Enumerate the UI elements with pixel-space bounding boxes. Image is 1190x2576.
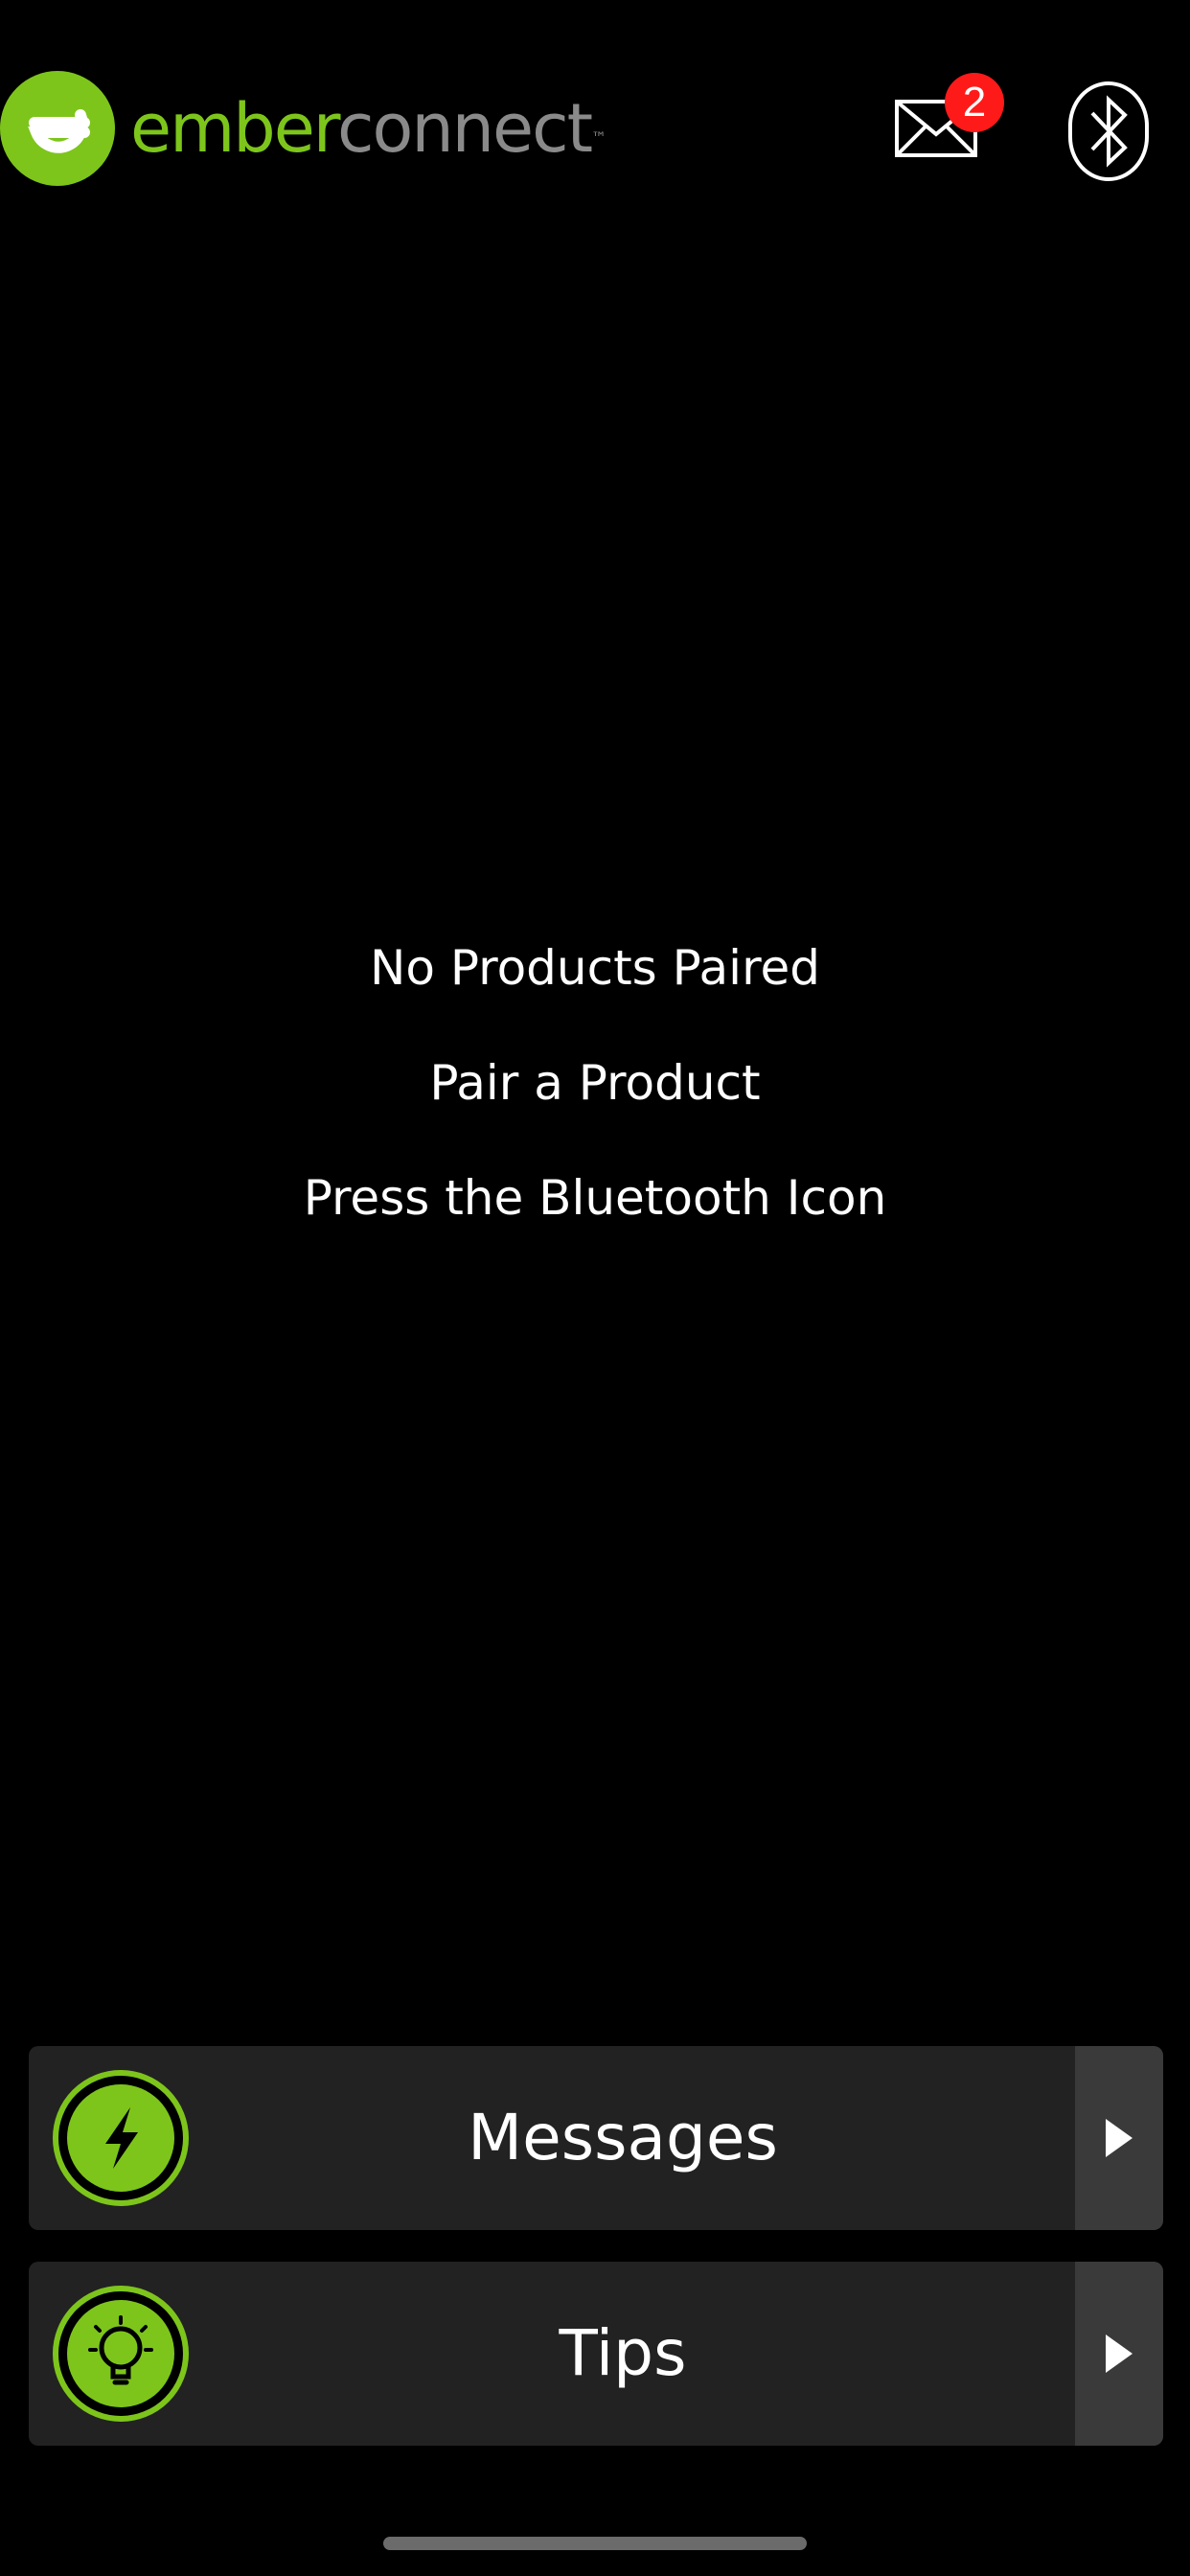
chevron-right-icon <box>1106 2119 1133 2157</box>
tips-card[interactable]: Tips <box>29 2262 1163 2446</box>
chevron-right-icon <box>1106 2334 1133 2373</box>
unread-count-badge: 2 <box>945 73 1004 132</box>
brand-wordmark: emberconnect™ <box>130 89 606 168</box>
home-indicator[interactable] <box>383 2537 807 2550</box>
empty-state-line-instruction: Press the Bluetooth Icon <box>303 1170 887 1226</box>
lightbulb-icon <box>53 2286 189 2422</box>
tips-card-arrow[interactable] <box>1075 2262 1163 2446</box>
ember-logo-icon <box>0 71 115 186</box>
trademark-symbol: ™ <box>591 128 606 147</box>
messages-card-label: Messages <box>468 2101 778 2174</box>
bluetooth-button[interactable] <box>1067 80 1150 182</box>
messages-card-arrow[interactable] <box>1075 2046 1163 2230</box>
brand-wordmark-connect: connect <box>337 89 593 168</box>
bluetooth-icon <box>1068 81 1149 181</box>
brand-wordmark-ember: ember <box>130 89 339 168</box>
messages-card[interactable]: Messages <box>29 2046 1163 2230</box>
lightning-icon <box>53 2070 189 2206</box>
empty-state-line-pair: Pair a Product <box>429 1055 761 1111</box>
app-header: emberconnect™ 2 <box>0 0 1190 249</box>
empty-state-message: No Products Paired Pair a Product Press … <box>0 939 1190 1284</box>
tips-card-label: Tips <box>559 2316 687 2390</box>
empty-state-title: No Products Paired <box>369 940 821 996</box>
